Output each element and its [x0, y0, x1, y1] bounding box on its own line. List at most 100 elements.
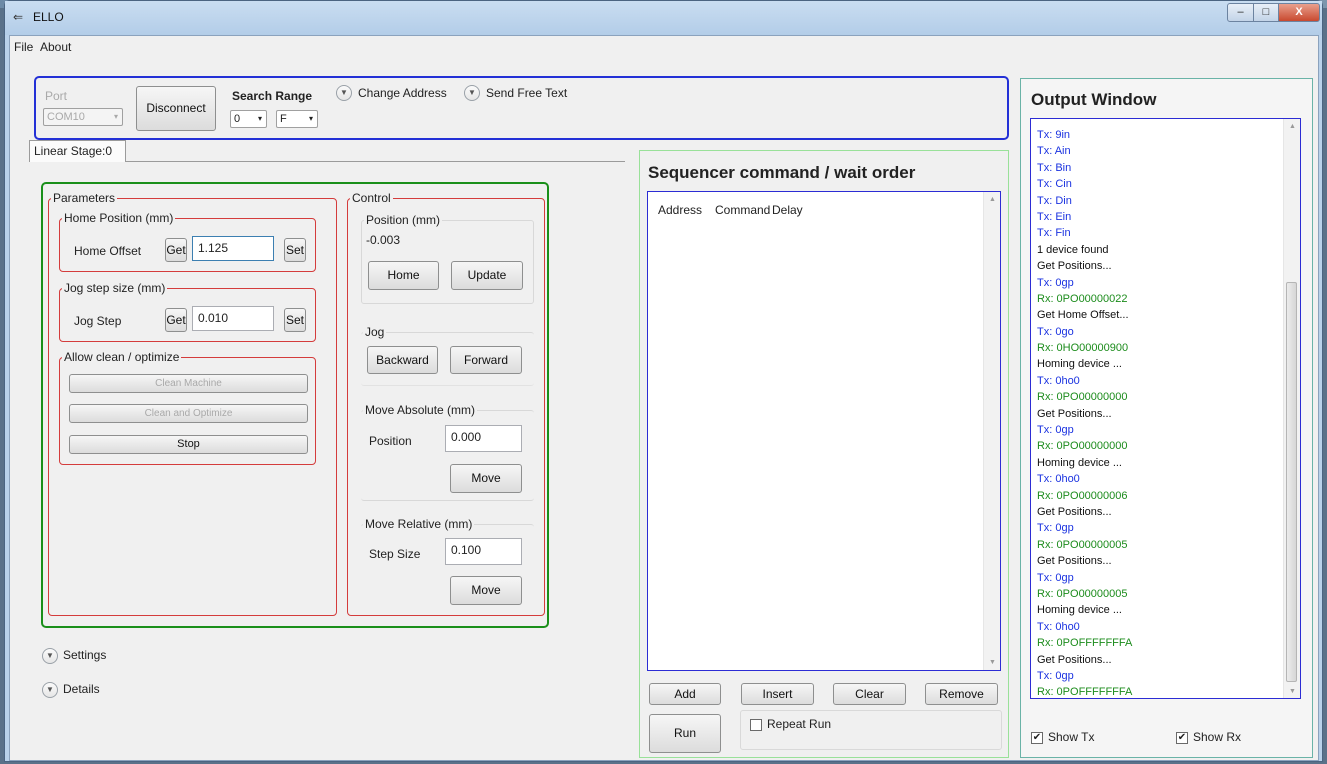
clear-button[interactable]: Clear [833, 683, 906, 705]
chevron-down-icon[interactable]: ▼ [464, 85, 480, 101]
output-log-line: Rx: 0PO00000000 [1037, 391, 1128, 404]
range-from-select[interactable]: 0 ▾ [230, 110, 267, 128]
output-log-line: Tx: 0ho0 [1037, 620, 1080, 633]
output-log-line: Tx: Din [1037, 194, 1072, 207]
output-log-line: Rx: 0PO00000005 [1037, 538, 1128, 551]
sequencer-list[interactable]: Address Command Delay ▲ ▼ [647, 191, 1001, 671]
parameters-caption: Parameters [51, 191, 118, 205]
output-log-line: Rx: 0POFFFFFFFA [1037, 686, 1133, 699]
jog-step-set-button[interactable]: Set [284, 308, 306, 332]
move-relative-button[interactable]: Move [450, 576, 522, 605]
tab-linear-stage[interactable]: Linear Stage:0 [29, 140, 126, 162]
clean-optimize-button[interactable]: Clean and Optimize [69, 404, 308, 423]
move-relative-input[interactable]: 0.100 [445, 538, 522, 565]
scroll-up-icon[interactable]: ▲ [1289, 123, 1296, 130]
change-address-expander[interactable]: Change Address [358, 86, 447, 100]
output-scrollbar[interactable]: ▲ ▼ [1283, 119, 1300, 698]
range-to-select[interactable]: F ▾ [276, 110, 318, 128]
output-scroll-thumb[interactable] [1286, 282, 1297, 682]
move-absolute-label: Position [369, 434, 412, 448]
home-offset-label: Home Offset [74, 244, 142, 258]
move-absolute-group: Move Absolute (mm) Position 0.000 Move [361, 403, 534, 501]
column-command[interactable]: Command [715, 203, 770, 217]
allow-clean-group: Allow clean / optimize Clean Machine Cle… [59, 350, 316, 465]
minimize-button[interactable]: – [1227, 3, 1254, 22]
output-log-lines: Tx: 9in Tx: Ain Tx: Bin Tx: Cin Tx: Din Tx: E… [1037, 127, 1277, 699]
output-log-line: Tx: 9in [1037, 129, 1071, 141]
repeat-run-label: Repeat Run [767, 717, 832, 731]
repeat-run-box: Repeat Run [740, 710, 1002, 750]
chevron-down-icon[interactable]: ▼ [42, 648, 58, 664]
output-log-line: Tx: 0gp [1037, 522, 1074, 535]
home-position-group: Home Position (mm) Home Offset Get 1.125… [59, 211, 316, 272]
home-button[interactable]: Home [368, 261, 439, 290]
move-absolute-input[interactable]: 0.000 [445, 425, 522, 452]
scroll-up-icon[interactable]: ▲ [989, 196, 996, 203]
checkmark-icon: ✔ [1177, 732, 1187, 743]
output-log-line: Homing device ... [1037, 358, 1122, 371]
repeat-run-checkbox[interactable] [750, 719, 762, 731]
scroll-down-icon[interactable]: ▼ [1289, 688, 1296, 695]
output-log-line: Get Positions... [1037, 407, 1112, 420]
port-select-value: COM10 [47, 111, 85, 123]
stop-button[interactable]: Stop [69, 435, 308, 454]
menu-bar: File About [10, 36, 1318, 58]
output-window-title: Output Window [1031, 90, 1157, 109]
menu-about[interactable]: About [40, 40, 71, 54]
add-button[interactable]: Add [649, 683, 721, 705]
home-offset-get-button[interactable]: Get [165, 238, 187, 262]
jog-step-input[interactable]: 0.010 [192, 306, 274, 331]
output-log-line: Tx: Bin [1037, 161, 1072, 174]
forward-button[interactable]: Forward [450, 346, 522, 374]
send-free-text-expander[interactable]: Send Free Text [486, 86, 567, 100]
output-log[interactable]: Tx: 9in Tx: Ain Tx: Bin Tx: Cin Tx: Din Tx: E… [1030, 118, 1301, 699]
move-absolute-button[interactable]: Move [450, 464, 522, 493]
connection-panel: Port COM10 ▾ Disconnect Search Range 0 ▾… [34, 76, 1009, 140]
column-address[interactable]: Address [658, 203, 702, 217]
chevron-down-icon[interactable]: ▼ [336, 85, 352, 101]
settings-expander[interactable]: Settings [63, 648, 106, 662]
chevron-down-icon[interactable]: ▼ [42, 682, 58, 698]
maximize-button[interactable]: □ [1253, 3, 1279, 22]
output-log-line: 1 device found [1037, 243, 1109, 256]
output-log-line: Tx: 0gp [1037, 424, 1074, 437]
insert-button[interactable]: Insert [741, 683, 814, 705]
title-bar[interactable]: ⇐ ELLO – □ X [5, 1, 1322, 35]
output-log-line: Tx: Ein [1037, 210, 1072, 223]
update-button[interactable]: Update [451, 261, 523, 290]
position-group: Position (mm) -0.003 Home Update [361, 213, 534, 304]
jog-step-label: Jog Step [74, 314, 122, 328]
run-button[interactable]: Run [649, 714, 721, 753]
output-log-line: Rx: 0PO00000006 [1037, 489, 1128, 502]
position-caption: Position (mm) [364, 213, 443, 227]
checkmark-icon: ✔ [1032, 732, 1042, 743]
output-log-line: Tx: 0go [1037, 325, 1074, 338]
home-offset-input[interactable]: 1.125 [192, 236, 274, 261]
position-value: -0.003 [366, 233, 401, 247]
move-relative-group: Move Relative (mm) Step Size 0.100 Move [361, 517, 534, 609]
sequencer-scrollbar[interactable]: ▲ ▼ [983, 192, 1000, 670]
sequencer-title: Sequencer command / wait order [648, 163, 916, 182]
home-offset-set-button[interactable]: Set [284, 238, 306, 262]
details-expander[interactable]: Details [63, 682, 100, 696]
output-log-line: Tx: Fin [1037, 227, 1071, 240]
scroll-down-icon[interactable]: ▼ [989, 659, 996, 666]
column-delay[interactable]: Delay [772, 203, 803, 217]
client-area: File About Port COM10 ▾ Disconnect Searc… [9, 35, 1319, 761]
clean-machine-button[interactable]: Clean Machine [69, 374, 308, 393]
remove-button[interactable]: Remove [925, 683, 998, 705]
output-log-line: Rx: 0HO00000900 [1037, 342, 1129, 355]
show-tx-checkbox[interactable]: ✔ [1031, 732, 1043, 744]
app-window: ⇐ ELLO – □ X File About Port COM10 ▾ Dis… [4, 0, 1323, 762]
close-button[interactable]: X [1278, 3, 1320, 22]
chevron-down-icon: ▾ [257, 114, 262, 123]
jog-step-group: Jog step size (mm) Jog Step Get 0.010 Se… [59, 281, 316, 342]
control-group: Control Position (mm) -0.003 Home Update… [347, 191, 545, 616]
output-log-line: Get Positions... [1037, 260, 1112, 273]
output-log-line: Rx: 0PO00000000 [1037, 440, 1128, 453]
backward-button[interactable]: Backward [367, 346, 438, 374]
disconnect-button[interactable]: Disconnect [136, 86, 216, 131]
menu-file[interactable]: File [14, 40, 33, 54]
show-rx-checkbox[interactable]: ✔ [1176, 732, 1188, 744]
jog-step-get-button[interactable]: Get [165, 308, 187, 332]
